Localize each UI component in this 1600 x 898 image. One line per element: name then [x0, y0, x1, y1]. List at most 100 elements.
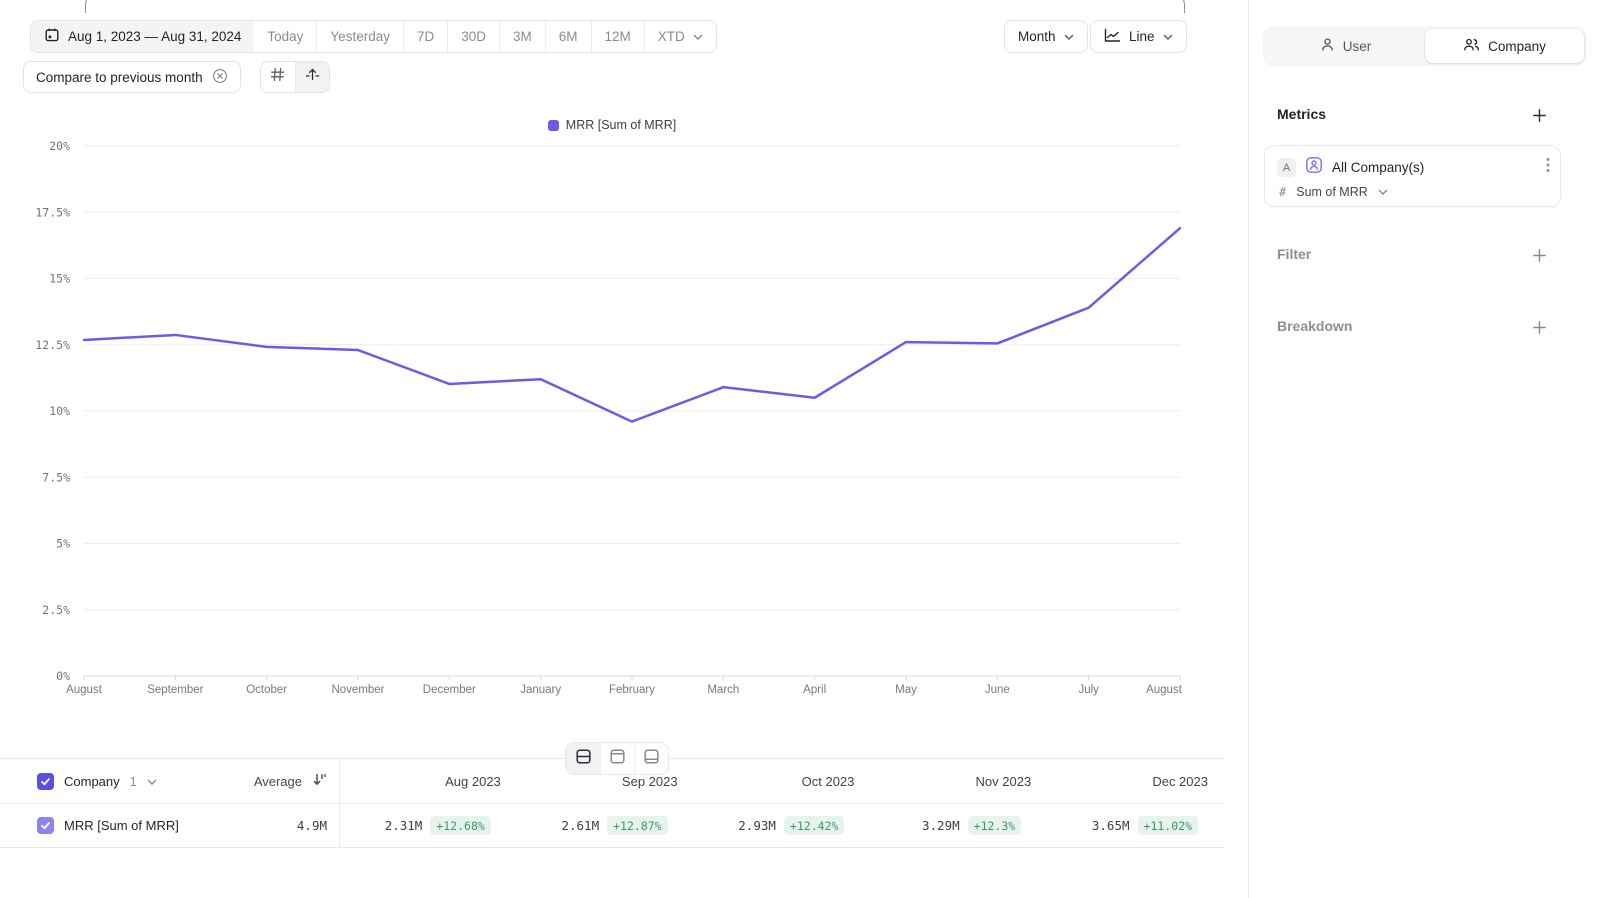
- hash-grid-icon: [270, 67, 285, 87]
- compare-toolbar: Compare to previous month: [23, 61, 330, 93]
- toggle-company[interactable]: Company: [1425, 29, 1584, 63]
- preset-yesterday[interactable]: Yesterday: [316, 21, 403, 52]
- x-tick-label: August: [1146, 684, 1183, 696]
- table-row-name-col: MRR [Sum of MRR] 4.9M: [0, 804, 340, 847]
- preset-7d[interactable]: 7D: [403, 21, 447, 52]
- toggle-company-label: Company: [1488, 39, 1546, 54]
- metrics-heading: Metrics: [1277, 106, 1326, 122]
- table-row[interactable]: MRR [Sum of MRR] 4.9M 2.31M+12.68%2.61M+…: [0, 804, 1224, 848]
- config-sidebar: User Company Metrics A: [1248, 0, 1600, 898]
- x-tick-label: January: [520, 684, 561, 696]
- legend-swatch: [548, 120, 559, 131]
- chart-type-dropdown[interactable]: Line: [1090, 20, 1187, 53]
- x-tick-label: October: [246, 684, 287, 696]
- month-value-cell: 2.61M+12.87%: [517, 816, 694, 835]
- add-breakdown-button[interactable]: [1530, 318, 1548, 336]
- chart-legend: MRR [Sum of MRR]: [0, 118, 1224, 132]
- y-tick-label: 0%: [56, 669, 70, 683]
- preset-xtd[interactable]: XTD: [644, 21, 716, 52]
- entity-toggle: User Company: [1263, 26, 1587, 66]
- month-column-header: Nov 2023: [870, 774, 1047, 789]
- table-header-name-col: Company 1 Average: [0, 759, 340, 803]
- chart-type-label: Line: [1129, 29, 1155, 44]
- y-tick-label: 5%: [56, 537, 70, 551]
- delta-badge: +12.3%: [968, 816, 1022, 835]
- breakdown-heading: Breakdown: [1277, 318, 1352, 334]
- x-tick-label: September: [147, 684, 203, 696]
- x-tick-label: July: [1078, 684, 1099, 696]
- row-checkbox[interactable]: [37, 817, 54, 834]
- preset-3m[interactable]: 3M: [499, 21, 545, 52]
- mrr-series-line: [84, 228, 1180, 421]
- company-icon: [1463, 37, 1480, 55]
- x-tick-label: April: [803, 684, 826, 696]
- date-range-button[interactable]: Aug 1, 2023 — Aug 31, 2024: [31, 21, 254, 52]
- month-column-header: Dec 2023: [1047, 774, 1224, 789]
- average-column-label: Average: [254, 774, 302, 789]
- month-column-header: Sep 2023: [517, 774, 694, 789]
- chevron-down-icon: [1064, 29, 1074, 44]
- chevron-down-icon: [1163, 29, 1173, 44]
- delta-badge: +12.87%: [607, 816, 667, 835]
- x-tick-label: November: [331, 684, 384, 696]
- grid-lines-toggle[interactable]: [261, 62, 295, 92]
- metric-card[interactable]: A All Company(s) # Sum of MRR: [1264, 145, 1561, 207]
- x-tick-label: August: [66, 684, 103, 696]
- compare-chip-label: Compare to previous month: [36, 70, 203, 85]
- x-tick-label: May: [895, 684, 917, 696]
- chart-option-group: [260, 61, 330, 93]
- granularity-label: Month: [1018, 29, 1056, 44]
- date-range-label: Aug 1, 2023 — Aug 31, 2024: [68, 29, 241, 44]
- add-metric-button[interactable]: [1530, 106, 1548, 124]
- metric-series-badge: A: [1277, 158, 1296, 177]
- metric-aggregation[interactable]: # Sum of MRR: [1279, 183, 1388, 201]
- remove-compare-icon[interactable]: [212, 68, 228, 87]
- toggle-user-label: User: [1343, 39, 1372, 54]
- xtd-label: XTD: [658, 29, 685, 44]
- month-header-cells: Aug 2023Sep 2023Oct 2023Nov 2023Dec 2023: [340, 774, 1224, 789]
- cell-value: 3.29M: [922, 818, 960, 833]
- kebab-menu-icon[interactable]: [1546, 157, 1550, 178]
- toggle-user[interactable]: User: [1266, 29, 1425, 63]
- add-filter-button[interactable]: [1530, 246, 1548, 264]
- aggregation-label: Sum of MRR: [1296, 185, 1368, 199]
- x-tick-label: June: [985, 684, 1010, 696]
- chevron-down-icon[interactable]: [147, 774, 157, 789]
- preset-30d[interactable]: 30D: [447, 21, 499, 52]
- group-count: 1: [130, 774, 137, 789]
- mrr-line-chart[interactable]: 0% 2.5% 5% 7.5% 10% 12.5% 15% 17.5% 20% August Sep…: [0, 140, 1224, 700]
- row-metric-name: MRR [Sum of MRR]: [64, 818, 179, 833]
- value-labels-toggle[interactable]: [295, 62, 329, 92]
- compare-chip[interactable]: Compare to previous month: [23, 61, 241, 93]
- granularity-dropdown[interactable]: Month: [1004, 20, 1088, 53]
- month-column-header: Oct 2023: [694, 774, 871, 789]
- delta-badge: +12.68%: [430, 816, 490, 835]
- month-value-cell: 3.29M +12.3%: [870, 816, 1047, 835]
- y-tick-label: 20%: [49, 140, 70, 153]
- month-column-header: Aug 2023: [340, 774, 517, 789]
- y-tick-label: 10%: [49, 404, 70, 418]
- preset-12m[interactable]: 12M: [591, 21, 644, 52]
- x-tick-label: March: [707, 684, 739, 696]
- company-square-icon: [1305, 156, 1323, 179]
- preset-6m[interactable]: 6M: [545, 21, 591, 52]
- x-tick-label: December: [423, 684, 476, 696]
- row-average-value: 4.9M: [297, 818, 327, 833]
- preset-today[interactable]: Today: [254, 21, 316, 52]
- line-chart-icon: [1104, 28, 1121, 46]
- arrow-up-from-line-icon: [305, 67, 320, 87]
- y-tick-label: 2.5%: [42, 603, 70, 617]
- select-all-checkbox[interactable]: [37, 773, 54, 790]
- y-tick-label: 15%: [49, 272, 70, 286]
- sort-icon[interactable]: [312, 772, 327, 790]
- group-by-label[interactable]: Company: [64, 774, 120, 789]
- y-tick-label: 17.5%: [35, 205, 70, 219]
- numeric-hash-icon: #: [1279, 185, 1286, 199]
- chevron-down-icon: [1378, 183, 1388, 201]
- y-tick-label: 12.5%: [35, 338, 70, 352]
- table-header-row: Company 1 Average Aug 2023Sep 2023Oct 20…: [0, 759, 1224, 804]
- y-tick-label: 7.5%: [42, 470, 70, 484]
- date-range-toolbar: Aug 1, 2023 — Aug 31, 2024 TodayYesterda…: [30, 20, 717, 53]
- breakdown-table: Company 1 Average Aug 2023Sep 2023Oct 20…: [0, 759, 1224, 848]
- calendar-icon: [44, 27, 60, 46]
